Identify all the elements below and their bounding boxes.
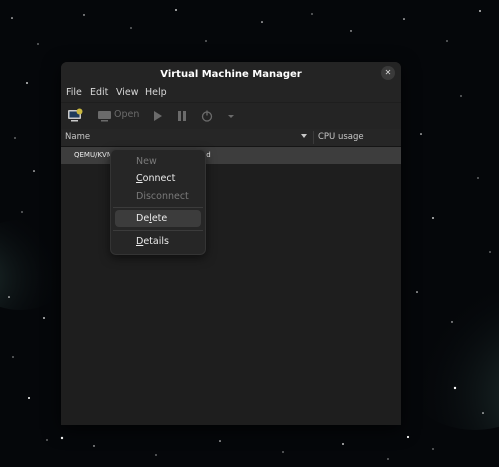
power-icon[interactable] bbox=[200, 108, 214, 124]
delete-label-prefix: De bbox=[136, 213, 150, 224]
window-title: Virtual Machine Manager bbox=[160, 69, 302, 80]
connect-label-suffix: onnect bbox=[142, 173, 176, 184]
sort-arrow-icon[interactable] bbox=[301, 134, 307, 138]
open-console-icon bbox=[98, 111, 111, 122]
pause-icon[interactable] bbox=[176, 108, 188, 124]
menu-separator bbox=[113, 230, 203, 231]
connection-label: QEMU/KVM bbox=[74, 151, 113, 159]
open-button-label[interactable]: Open bbox=[114, 109, 139, 120]
menu-item-connect[interactable]: Connect bbox=[136, 173, 175, 184]
context-menu: New Connect Disconnect Delete Details bbox=[110, 149, 206, 255]
run-icon[interactable] bbox=[152, 108, 164, 124]
menubar: File Edit View Help bbox=[61, 84, 401, 102]
delete-label-suffix: ete bbox=[151, 213, 168, 224]
new-vm-button[interactable] bbox=[67, 108, 83, 124]
menu-view[interactable]: View bbox=[116, 87, 139, 98]
titlebar[interactable]: Virtual Machine Manager ✕ bbox=[61, 62, 401, 84]
menu-item-details[interactable]: Details bbox=[136, 236, 169, 247]
close-icon: ✕ bbox=[384, 68, 392, 77]
details-label-suffix: etails bbox=[143, 236, 169, 247]
connect-mnemonic: C bbox=[136, 173, 143, 184]
column-divider bbox=[313, 131, 314, 144]
column-name[interactable]: Name bbox=[65, 132, 90, 142]
chevron-down-icon[interactable] bbox=[226, 108, 236, 124]
menu-file[interactable]: File bbox=[66, 87, 82, 98]
menu-edit[interactable]: Edit bbox=[90, 87, 108, 98]
toolbar: Open bbox=[61, 103, 401, 130]
menu-item-disconnect[interactable]: Disconnect bbox=[136, 191, 189, 202]
menu-item-delete[interactable]: Delete bbox=[136, 213, 167, 224]
column-header: Name CPU usage bbox=[61, 129, 401, 147]
close-button[interactable]: ✕ bbox=[381, 66, 395, 80]
column-cpu-usage[interactable]: CPU usage bbox=[318, 132, 364, 142]
menu-separator bbox=[113, 207, 203, 208]
menu-help[interactable]: Help bbox=[145, 87, 167, 98]
menu-item-new[interactable]: New bbox=[136, 156, 157, 167]
